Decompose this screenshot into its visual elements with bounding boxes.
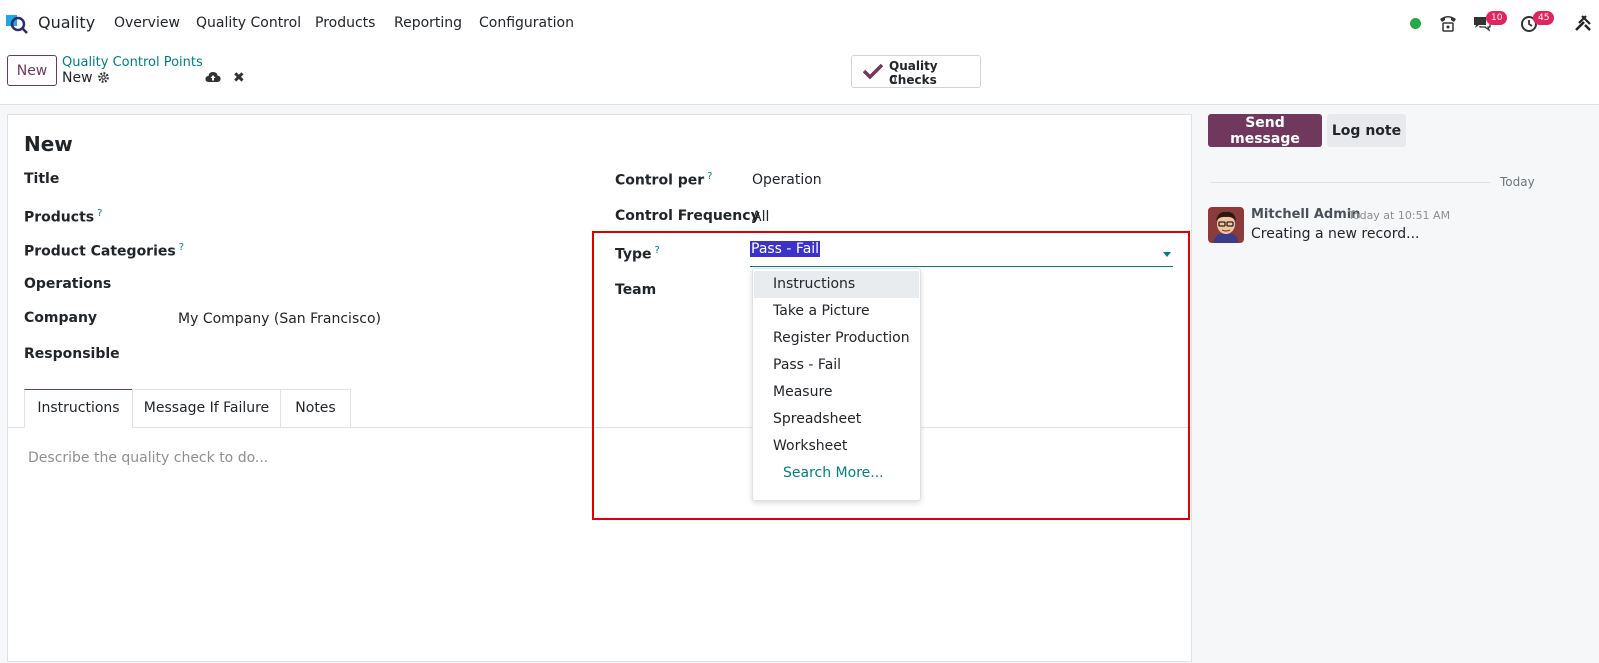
company-field[interactable]: My Company (San Francisco) xyxy=(178,311,381,327)
field-label-products: Products? xyxy=(24,208,103,226)
date-separator-line xyxy=(1210,182,1490,183)
presence-status-icon xyxy=(1410,18,1421,29)
help-tooltip-icon[interactable]: ? xyxy=(707,171,712,182)
app-name[interactable]: Quality xyxy=(38,13,95,32)
field-label-control-frequency: Control Frequency xyxy=(615,208,760,224)
breadcrumb-current: New xyxy=(62,70,93,86)
send-message-button[interactable]: Send message xyxy=(1208,114,1322,147)
message-body: Creating a new record... xyxy=(1251,226,1420,242)
smart-button-label: Quality Checks xyxy=(889,59,938,87)
top-navbar: Quality Overview Quality Control Product… xyxy=(0,0,1599,47)
breadcrumb-parent-link[interactable]: Quality Control Points xyxy=(62,55,203,70)
message-timestamp: Today at 10:51 AM xyxy=(1348,209,1451,222)
new-button[interactable]: New xyxy=(7,55,57,86)
messages-count-badge: 10 xyxy=(1486,11,1508,25)
tab-message-if-failure[interactable]: Message If Failure xyxy=(132,389,281,428)
field-label-operations: Operations xyxy=(24,276,112,292)
menu-quality-control[interactable]: Quality Control xyxy=(196,15,301,31)
field-label-title: Title xyxy=(24,171,60,187)
avatar[interactable] xyxy=(1208,207,1244,243)
discard-close-icon[interactable]: ✖ xyxy=(233,70,245,86)
menu-configuration[interactable]: Configuration xyxy=(479,15,574,31)
phone-icon[interactable] xyxy=(1438,13,1458,35)
control-per-field[interactable]: Operation xyxy=(752,172,822,188)
menu-overview[interactable]: Overview xyxy=(114,15,180,31)
field-label-responsible: Responsible xyxy=(24,346,120,362)
save-cloud-icon[interactable] xyxy=(205,71,221,87)
record-title: New xyxy=(24,132,73,156)
dropdown-search-more[interactable]: Search More... xyxy=(754,460,919,487)
dropdown-option-register-production[interactable]: Register Production xyxy=(754,325,919,352)
menu-reporting[interactable]: Reporting xyxy=(394,15,462,31)
tab-instructions[interactable]: Instructions xyxy=(24,389,133,428)
log-note-button[interactable]: Log note xyxy=(1327,114,1406,147)
debug-tools-icon[interactable] xyxy=(1574,14,1592,36)
quality-app-icon[interactable] xyxy=(6,12,28,34)
help-tooltip-icon[interactable]: ? xyxy=(179,242,184,253)
date-separator-label: Today xyxy=(1500,175,1535,189)
field-label-product-categories: Product Categories? xyxy=(24,242,185,260)
smart-button-value: 0 xyxy=(889,73,897,87)
quality-checks-smart-button[interactable]: Quality Checks 0 xyxy=(851,55,981,88)
type-dropdown-menu: Instructions Take a Picture Register Pro… xyxy=(752,268,921,501)
field-label-control-per: Control per? xyxy=(615,171,713,189)
check-icon xyxy=(862,63,884,83)
tab-notes[interactable]: Notes xyxy=(280,389,351,428)
dropdown-option-measure[interactable]: Measure xyxy=(754,379,919,406)
help-tooltip-icon[interactable]: ? xyxy=(97,208,102,219)
chatter-panel xyxy=(1199,105,1599,663)
dropdown-option-take-a-picture[interactable]: Take a Picture xyxy=(754,298,919,325)
gear-icon[interactable] xyxy=(97,71,110,88)
menu-products[interactable]: Products xyxy=(315,15,375,31)
control-frequency-field[interactable]: All xyxy=(752,209,769,225)
activities-count-badge: 45 xyxy=(1533,11,1555,25)
dropdown-option-instructions[interactable]: Instructions xyxy=(754,271,919,298)
field-label-company: Company xyxy=(24,310,98,326)
dropdown-option-pass-fail[interactable]: Pass - Fail xyxy=(754,352,919,379)
dropdown-option-worksheet[interactable]: Worksheet xyxy=(754,433,919,460)
message-author[interactable]: Mitchell Admin xyxy=(1251,207,1360,222)
instructions-editor[interactable]: Describe the quality check to do... xyxy=(28,450,268,466)
dropdown-option-spreadsheet[interactable]: Spreadsheet xyxy=(754,406,919,433)
